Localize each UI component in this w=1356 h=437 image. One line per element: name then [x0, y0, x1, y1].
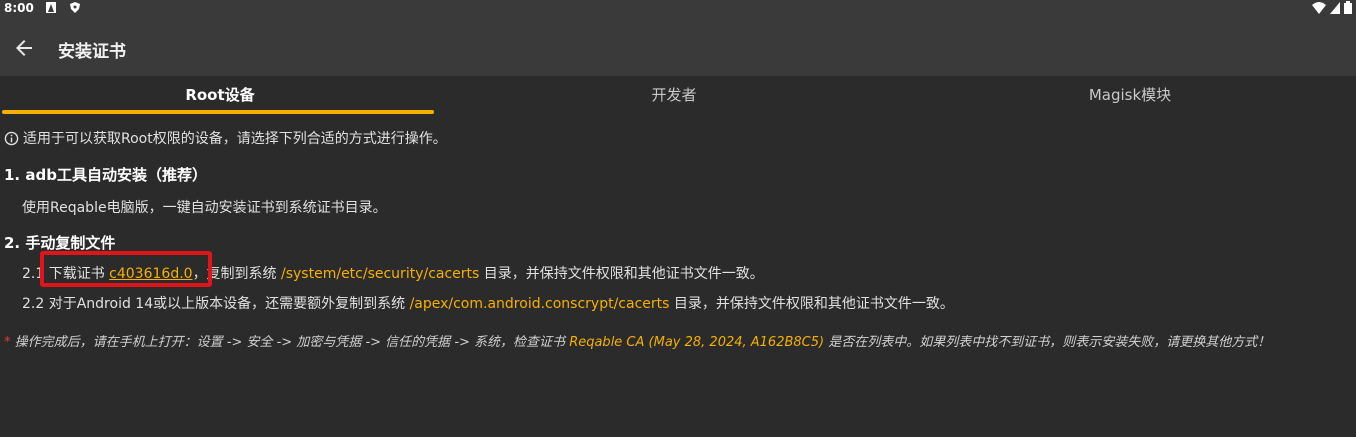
- section1-text: 使用Reqable电脑版，一键自动安装证书到系统证书目录。: [22, 200, 387, 216]
- notification-a-icon: [46, 2, 56, 13]
- info-row: 适用于可以获取Root权限的设备，请选择下列合适的方式进行操作。: [4, 128, 447, 148]
- highlight-box: [40, 251, 212, 287]
- system-cacerts-path: /system/etc/security/cacerts: [281, 266, 480, 282]
- step-2-2-text-c: 目录，并保持文件权限和其他证书文件一致。: [673, 296, 954, 312]
- section1-heading: 1. adb工具自动安装（推荐）: [4, 166, 207, 184]
- battery-icon: [1344, 1, 1352, 14]
- page-title: 安装证书: [58, 42, 126, 62]
- tab-root-device[interactable]: Root设备: [0, 76, 440, 114]
- note-asterisk: *: [4, 335, 11, 350]
- active-tab-indicator: [2, 110, 434, 114]
- step-2-2-text-a: 对于Android 14或以上版本设备，还需要额外复制到系统: [48, 296, 406, 312]
- step-2-2: 2.2 对于Android 14或以上版本设备，还需要额外复制到系统 /apex…: [22, 293, 954, 313]
- step-2-1-text-c: 目录，并保持文件权限和其他证书文件一致。: [483, 266, 764, 282]
- info-icon: [4, 131, 19, 146]
- tab-bar: Root设备 开发者 Magisk模块: [0, 76, 1356, 116]
- back-arrow-icon[interactable]: [12, 36, 36, 60]
- tab-magisk-module[interactable]: Magisk模块: [910, 76, 1350, 114]
- shield-icon: [70, 2, 80, 13]
- note-text: * 操作完成后，请在手机上打开：设置 -> 安全 -> 加密与凭据 -> 信任的…: [4, 332, 1349, 354]
- wifi-icon: [1312, 1, 1326, 14]
- signal-icon: [1330, 1, 1340, 14]
- cert-name: Reqable CA (May 28, 2024, A162B8C5): [569, 335, 825, 350]
- status-bar: 8:00: [0, 0, 1356, 16]
- section2-heading: 2. 手动复制文件: [4, 234, 116, 252]
- info-text: 适用于可以获取Root权限的设备，请选择下列合适的方式进行操作。: [23, 131, 447, 147]
- note-text-a: 操作完成后，请在手机上打开：设置 -> 安全 -> 加密与凭据 -> 信任的凭据…: [14, 335, 566, 350]
- app-bar: 安装证书: [0, 16, 1356, 76]
- apex-cacerts-path: /apex/com.android.conscrypt/cacerts: [409, 296, 670, 312]
- status-time: 8:00: [4, 1, 34, 15]
- note-text-b: 是否在列表中。如果列表中找不到证书，则表示安装失败，请更换其他方式！: [828, 335, 1271, 350]
- step-2-2-prefix: 2.2: [22, 296, 45, 312]
- tab-developer[interactable]: 开发者: [454, 76, 894, 114]
